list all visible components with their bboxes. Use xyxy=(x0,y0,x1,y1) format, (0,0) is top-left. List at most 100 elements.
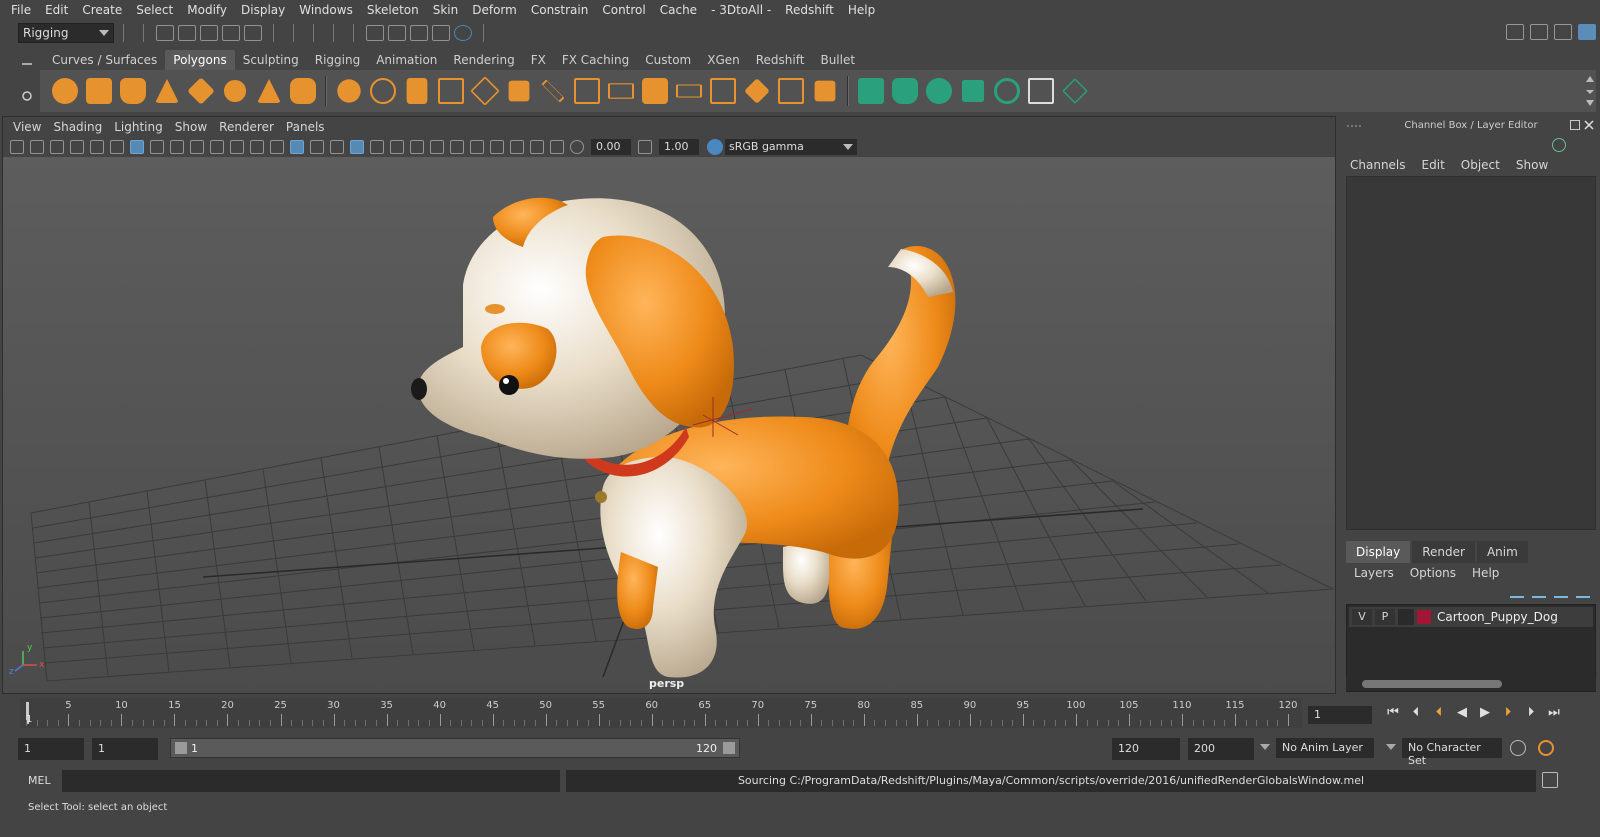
viewport-menu-panels[interactable]: Panels xyxy=(280,120,331,134)
viewport-menu-view[interactable]: View xyxy=(7,120,47,134)
modeling-toolkit-icon[interactable] xyxy=(1506,24,1524,40)
ipr-render-icon[interactable] xyxy=(410,25,428,41)
drag-handle-icon[interactable] xyxy=(1346,122,1366,130)
exposure-field[interactable]: 0.00 xyxy=(591,139,631,155)
tab-curves-surfaces[interactable]: Curves / Surfaces xyxy=(44,50,165,70)
screen-space-ao-icon[interactable] xyxy=(410,140,424,154)
poly-cylinder-icon[interactable] xyxy=(120,78,146,104)
reduce-icon[interactable] xyxy=(470,76,500,106)
tab-anim-layers[interactable]: Anim xyxy=(1476,541,1528,563)
redo-icon[interactable] xyxy=(244,25,262,41)
layer-color-swatch[interactable] xyxy=(1417,610,1431,624)
menu-create[interactable]: Create xyxy=(75,3,129,17)
render-view-icon[interactable] xyxy=(366,25,384,41)
film-gate-icon[interactable] xyxy=(150,140,164,154)
tab-rendering[interactable]: Rendering xyxy=(445,50,522,70)
remesh-icon[interactable] xyxy=(508,80,530,102)
image-plane-icon[interactable] xyxy=(70,140,84,154)
menu-control[interactable]: Control xyxy=(595,3,652,17)
menu-layer-help[interactable]: Help xyxy=(1472,566,1499,580)
new-layer-from-selected-icon[interactable] xyxy=(1576,588,1590,598)
viewport-menu-shading[interactable]: Shading xyxy=(47,120,108,134)
step-back-key-icon[interactable]: ⏴ xyxy=(1430,704,1448,722)
menu-object[interactable]: Object xyxy=(1461,158,1500,172)
auto-key-icon[interactable] xyxy=(1510,740,1526,756)
tab-sculpting[interactable]: Sculpting xyxy=(235,50,307,70)
menu-deform[interactable]: Deform xyxy=(465,3,524,17)
xray-joints-icon[interactable] xyxy=(550,140,564,154)
step-forward-frame-icon[interactable]: ⏵ xyxy=(1522,704,1540,722)
step-forward-key-icon[interactable]: ⏵ xyxy=(1499,704,1517,722)
tab-polygons[interactable]: Polygons xyxy=(165,50,235,70)
menu-modify[interactable]: Modify xyxy=(180,3,234,17)
menu-display[interactable]: Display xyxy=(234,3,292,17)
exposure-icon[interactable] xyxy=(570,140,584,154)
poly-plane-icon[interactable] xyxy=(187,77,215,105)
step-back-frame-icon[interactable]: ⏴ xyxy=(1407,704,1425,722)
combine-icon[interactable] xyxy=(337,79,361,103)
script-editor-icon[interactable] xyxy=(1542,772,1558,788)
shadows-icon[interactable] xyxy=(390,140,404,154)
viewport-menu-renderer[interactable]: Renderer xyxy=(213,120,280,134)
multi-cut-icon[interactable] xyxy=(541,79,565,103)
go-to-start-icon[interactable]: ⏮ xyxy=(1384,704,1402,722)
layer-display-type-toggle[interactable] xyxy=(1398,609,1414,625)
range-end-handle[interactable] xyxy=(723,742,735,754)
uv-unfold-icon[interactable] xyxy=(994,78,1020,104)
select-camera-icon[interactable] xyxy=(10,140,24,154)
target-weld-icon[interactable] xyxy=(574,78,600,104)
uv-automatic-icon[interactable] xyxy=(961,79,985,103)
layer-visibility-toggle[interactable]: V xyxy=(1352,609,1372,625)
offset-edge-loop-icon[interactable] xyxy=(710,78,736,104)
character-set-dropdown[interactable]: No Character Set xyxy=(1402,738,1502,767)
connect-icon[interactable] xyxy=(608,83,634,99)
menu-edit-channels[interactable]: Edit xyxy=(1422,158,1445,172)
manip-icon[interactable] xyxy=(1552,138,1566,152)
xray-active-components-icon[interactable] xyxy=(530,140,544,154)
grid-toggle-icon[interactable] xyxy=(130,140,144,154)
menu-constrain[interactable]: Constrain xyxy=(524,3,596,17)
insert-edge-loop-icon[interactable] xyxy=(676,84,702,98)
playback-end-field[interactable]: 120 xyxy=(1112,738,1180,760)
poly-pipe-icon[interactable] xyxy=(290,78,316,104)
menu-show[interactable]: Show xyxy=(1516,158,1548,172)
poly-sphere-icon[interactable] xyxy=(52,78,78,104)
textured-icon[interactable] xyxy=(350,140,364,154)
menu-select[interactable]: Select xyxy=(129,3,180,17)
anim-layer-dropdown[interactable]: No Anim Layer xyxy=(1276,738,1374,758)
close-icon[interactable] xyxy=(1584,120,1594,130)
camera-attributes-icon[interactable] xyxy=(30,140,44,154)
shelf-scroll-arrows[interactable] xyxy=(1584,74,1596,108)
chevron-down-icon[interactable] xyxy=(1386,744,1396,750)
viewport-menu-lighting[interactable]: Lighting xyxy=(108,120,169,134)
menu-windows[interactable]: Windows xyxy=(292,3,360,17)
bookmark-icon[interactable] xyxy=(50,140,64,154)
channel-box-icon[interactable] xyxy=(1578,24,1596,40)
new-scene-icon[interactable] xyxy=(156,25,174,41)
field-chart-icon[interactable] xyxy=(210,140,224,154)
bridge-icon[interactable] xyxy=(778,78,804,104)
wireframe-icon[interactable] xyxy=(270,140,284,154)
safe-action-icon[interactable] xyxy=(230,140,244,154)
channel-list[interactable] xyxy=(1346,176,1596,530)
save-scene-icon[interactable] xyxy=(200,25,218,41)
depth-of-field-icon[interactable] xyxy=(470,140,484,154)
tab-xgen[interactable]: XGen xyxy=(699,50,748,70)
move-layer-up-icon[interactable] xyxy=(1510,588,1524,598)
tab-display-layers[interactable]: Display xyxy=(1346,541,1411,563)
move-layer-down-icon[interactable] xyxy=(1532,588,1546,598)
menu-help[interactable]: Help xyxy=(841,3,882,17)
append-to-polygon-icon[interactable] xyxy=(814,80,836,102)
gamma-field[interactable]: 1.00 xyxy=(659,139,699,155)
color-management-icon[interactable] xyxy=(707,139,723,155)
tab-fx[interactable]: FX xyxy=(523,50,554,70)
range-slider[interactable]: 1 120 xyxy=(170,738,740,758)
layer-list-scrollbar[interactable] xyxy=(1346,678,1596,690)
tab-animation[interactable]: Animation xyxy=(368,50,445,70)
motion-blur-icon[interactable] xyxy=(430,140,444,154)
smooth-icon[interactable] xyxy=(438,78,464,104)
uv-planar-icon[interactable] xyxy=(858,78,884,104)
play-backwards-icon[interactable]: ◀ xyxy=(1453,704,1471,722)
menu-redshift[interactable]: Redshift xyxy=(778,3,841,17)
new-empty-layer-icon[interactable] xyxy=(1554,588,1568,598)
